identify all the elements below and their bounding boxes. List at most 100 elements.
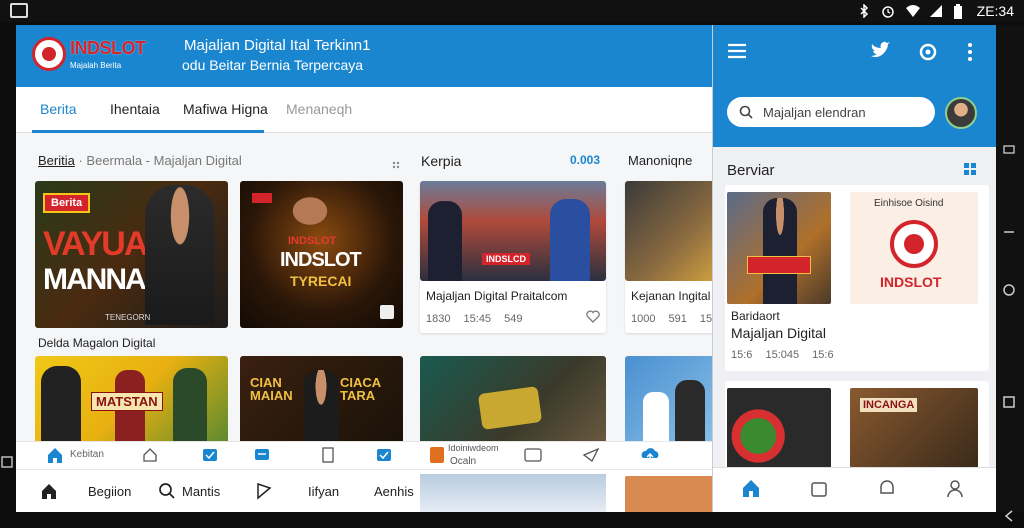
search-icon xyxy=(739,105,753,124)
sign-text: INDSLCD xyxy=(482,253,530,265)
news-thumbnail-5[interactable] xyxy=(420,356,606,444)
news-thumbnail-2[interactable]: INDSLOT INDSLOT TYRECAI xyxy=(240,181,403,328)
person-figure xyxy=(173,368,207,444)
partial-news-image xyxy=(420,474,606,512)
device-side-bar xyxy=(996,25,1024,522)
thumbnail-badge: Berita xyxy=(43,193,91,213)
thumbnail-badge: MATSTAN xyxy=(91,392,163,411)
side-panel: Majaljan elendran Berviar Einhisoe Oisin… xyxy=(712,25,996,512)
notifications-icon[interactable] xyxy=(877,478,897,503)
tab-bar: Berita Ihentaia Mafiwa Higna Menaneqh xyxy=(16,87,716,133)
share-icon[interactable] xyxy=(380,305,394,319)
screenshot-icon xyxy=(10,3,28,18)
media-icon[interactable] xyxy=(524,447,542,468)
heart-icon[interactable] xyxy=(586,310,600,328)
tab-ihentaia[interactable]: Ihentaia xyxy=(110,101,160,117)
panel-card-image-left xyxy=(727,192,831,304)
chat-icon[interactable] xyxy=(254,447,270,468)
thumbnail-top-text: INDSLOT xyxy=(288,235,337,247)
wifi-icon xyxy=(905,4,920,18)
panel-card-title-2: Majaljan Digital xyxy=(731,325,826,341)
banner-shape xyxy=(747,256,811,274)
panel-news-card[interactable]: Einhisoe Oisind INDSLOT Baridaort Majalj… xyxy=(725,185,989,371)
flag-icon[interactable] xyxy=(256,482,272,505)
search-input[interactable]: Majaljan elendran xyxy=(727,97,935,127)
nav-item-iifyan[interactable]: Iifyan xyxy=(308,484,339,499)
document-icon[interactable] xyxy=(320,447,336,468)
home-icon[interactable] xyxy=(40,482,58,505)
thumbnail-headline: INDSLOT xyxy=(280,249,362,271)
home-icon[interactable] xyxy=(741,478,761,503)
person-figure xyxy=(41,366,81,444)
strip-label-b[interactable]: Idoiniwdeom xyxy=(448,443,499,453)
back-icon[interactable] xyxy=(1002,509,1016,523)
settings-gear-icon[interactable] xyxy=(917,41,939,68)
news-card-1[interactable]: INDSLCD Majaljan Digital Praitalcom 1830… xyxy=(420,181,606,333)
hamburger-menu-icon[interactable] xyxy=(727,43,747,64)
person-figure xyxy=(550,199,590,281)
status-bar: ZE:34 xyxy=(0,0,1024,22)
strip-label-a[interactable]: Kebitan xyxy=(70,449,104,460)
search-icon[interactable] xyxy=(158,482,176,505)
active-tab-indicator xyxy=(32,130,264,133)
breadcrumb: · Beermala - Majaljan Digital xyxy=(78,153,242,168)
panel-header: Majaljan elendran xyxy=(713,25,996,147)
square-icon[interactable] xyxy=(1002,395,1016,409)
grid-view-icon[interactable] xyxy=(963,162,977,181)
person-head xyxy=(280,187,340,227)
panel-card-title-1: Baridaort xyxy=(731,309,780,323)
news-thumbnail-6[interactable] xyxy=(625,356,716,444)
news-thumbnail-3[interactable]: MATSTAN xyxy=(35,356,228,444)
send-icon[interactable] xyxy=(582,447,600,468)
thumbnail-headline-2: MANNA xyxy=(43,263,147,296)
avatar[interactable] xyxy=(945,97,977,129)
tab-berita[interactable]: Berita xyxy=(40,101,77,117)
bottom-navigation: Begiion Mantis Iifyan Aenhis xyxy=(16,469,716,512)
checkbox-icon[interactable] xyxy=(376,447,392,468)
more-options-icon[interactable] xyxy=(967,43,973,66)
tag-icon[interactable] xyxy=(142,447,158,468)
bluetooth-icon xyxy=(857,3,871,19)
bookmark-icon[interactable] xyxy=(430,447,444,463)
tab-menaneqh[interactable]: Menaneqh xyxy=(286,101,352,117)
panel-card-image-right: Einhisoe Oisind INDSLOT xyxy=(850,192,978,304)
nav-item-aenhis[interactable]: Aenhis xyxy=(374,484,414,499)
minus-icon[interactable] xyxy=(1002,225,1016,239)
brand-logo[interactable]: INDSLOT Majalah Berita xyxy=(32,35,162,75)
section-title: Beritia xyxy=(38,153,75,168)
strip-label-c[interactable]: Ocaln xyxy=(450,456,476,467)
profile-icon[interactable] xyxy=(945,478,965,503)
nav-item-mantis[interactable]: Mantis xyxy=(182,484,220,499)
left-edge-square-icon[interactable] xyxy=(0,455,14,469)
thumbnail-headline-right: CIACA TARA xyxy=(340,375,381,403)
home-icon[interactable] xyxy=(46,446,64,469)
news-thumbnail-4[interactable]: CIAN MAIAN CIACA TARA xyxy=(240,356,403,444)
alarm-icon xyxy=(881,4,895,18)
battery-icon xyxy=(953,4,967,19)
logo-emblem-icon xyxy=(32,37,66,71)
grid-view-icon[interactable] xyxy=(392,156,400,169)
person-figure xyxy=(763,198,797,304)
lock-icon[interactable] xyxy=(1002,140,1016,154)
circle-icon[interactable] xyxy=(1002,283,1016,297)
panel-card2-image-left xyxy=(727,388,831,468)
object-figure xyxy=(477,385,543,430)
tab-mafiwa-higna[interactable]: Mafiwa Higna xyxy=(183,101,268,117)
signal-icon xyxy=(929,4,943,18)
nav-item-begiion[interactable]: Begiion xyxy=(88,484,131,499)
thumbnail-subline: TYRECAI xyxy=(290,273,352,289)
panel-news-card-2[interactable]: INCANGA xyxy=(725,381,989,471)
subsection-heading: Delda Magalon Digital xyxy=(38,336,156,350)
news-card-2[interactable]: Kejanan Ingital 1000 591 15:45 xyxy=(625,181,716,333)
main-app-window: INDSLOT Majalah Berita Majaljan Digital … xyxy=(16,25,716,512)
section-heading-berita: Beritia · Beermala - Majaljan Digital xyxy=(38,153,242,168)
check-icon[interactable] xyxy=(202,447,218,468)
twitter-icon[interactable] xyxy=(869,41,891,66)
app-header: INDSLOT Majalah Berita Majaljan Digital … xyxy=(16,25,716,87)
header-subtitle: odu Beitar Bernia Terpercaya xyxy=(182,57,364,73)
bag-icon[interactable] xyxy=(809,478,829,503)
news-thumbnail-1[interactable]: Berita VAYUA MANNA TENEGORN xyxy=(35,181,228,328)
secondary-nav-strip: Kebitan Idoiniwdeom Ocaln xyxy=(16,441,716,469)
header-title: Majaljan Digital Ital Terkinn1 xyxy=(184,37,371,54)
upload-cloud-icon[interactable] xyxy=(640,446,660,469)
